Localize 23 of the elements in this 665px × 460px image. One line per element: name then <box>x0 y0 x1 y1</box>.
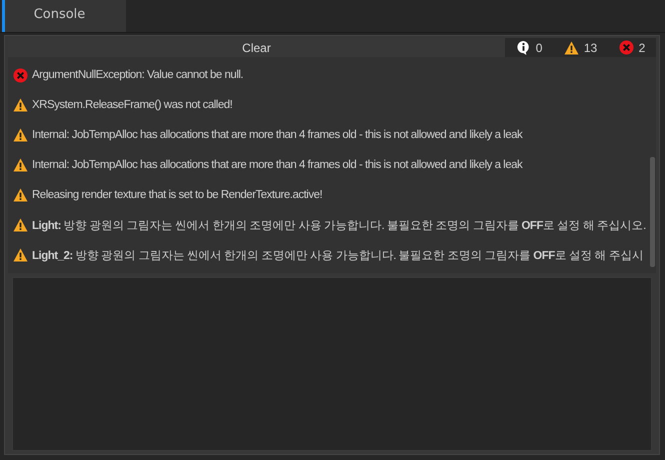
count-label: 13 <box>584 40 598 54</box>
count-label: 0 <box>536 40 542 54</box>
warning-icon <box>13 128 28 142</box>
error-icon <box>13 68 28 82</box>
log-message[interactable]: ArgumentNullException: Value cannot be null. <box>32 69 244 81</box>
log-message[interactable]: XRSystem.ReleaseFrame() was not called! <box>32 99 232 111</box>
count-label: 2 <box>638 40 646 54</box>
warning-icon <box>13 158 28 172</box>
log-message[interactable]: Light: 방향 광원의 그림자는 씬에서 한개의 조명에만 사용 가능합니다. 불필요한 조명의 그림자를 OFF로 설정 해 주십시오. <box>32 218 646 232</box>
warning-icon <box>13 248 28 262</box>
console-tab[interactable]: Console <box>2 0 126 32</box>
log-message[interactable]: Light_2: 방향 광원의 그림자는 씬에서 한개의 조명에만 사용 가능합니다. 불필요한 조명의 그림자를 OFF로 설정 해 주십시 <box>32 248 644 262</box>
warning-icon <box>13 218 28 232</box>
log-message[interactable]: Internal: JobTempAlloc has allocations that are more than 4 frames old - this is not allowed and likely a leak <box>32 159 522 171</box>
clear-button[interactable]: Clear <box>8 38 505 57</box>
warning-icon[interactable] <box>564 40 579 54</box>
error-icon[interactable] <box>618 40 634 55</box>
warning-icon <box>13 98 28 112</box>
scrollbar[interactable] <box>650 157 655 267</box>
log-message[interactable]: Releasing render texture that is set to be RenderTexture.active! <box>32 189 322 201</box>
warning-icon <box>13 188 28 202</box>
info-icon[interactable] <box>516 40 531 55</box>
log-message[interactable]: Internal: JobTempAlloc has allocations that are more than 4 frames old - this is not allowed and likely a leak <box>32 129 522 141</box>
